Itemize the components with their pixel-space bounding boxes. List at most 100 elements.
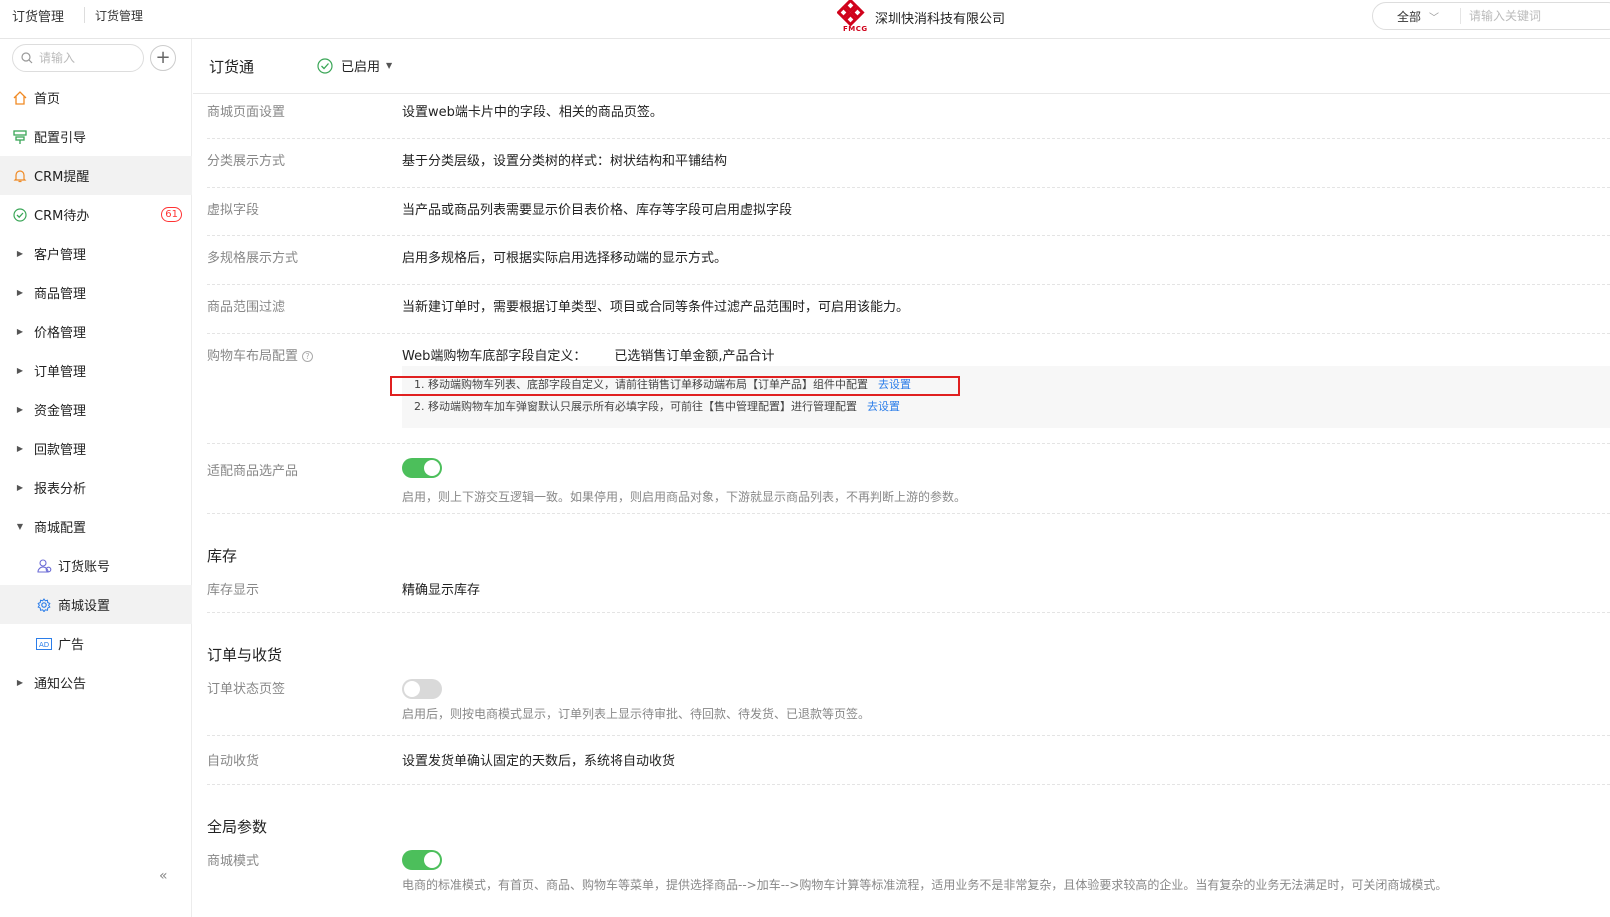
setting-label: 库存显示 xyxy=(207,583,260,598)
section-title-order: 订单与收货 xyxy=(207,646,283,664)
caret-right-icon: ▶ xyxy=(16,405,24,414)
brand: FMCG 深圳快消科技有限公司 xyxy=(837,0,1005,36)
global-search-input[interactable] xyxy=(1469,9,1589,23)
setting-row-stock-display[interactable]: 库存显示 精确显示库存 xyxy=(207,571,1610,613)
toggle-knob xyxy=(404,681,420,697)
go-settings-link[interactable]: 去设置 xyxy=(867,400,900,413)
sidebar-item-announcements[interactable]: ▶ 通知公告 xyxy=(0,663,192,702)
setting-label: 商城模式 xyxy=(207,854,260,869)
setting-row-mall-page[interactable]: 商城页面设置 设置web端卡片中的字段、相关的商品页签。 xyxy=(207,95,1610,139)
setting-label: 订单状态页签 xyxy=(207,682,286,697)
setting-label: 自动收货 xyxy=(207,754,260,769)
toggle-knob xyxy=(424,460,440,476)
caret-right-icon: ▶ xyxy=(16,249,24,258)
caret-right-icon: ▶ xyxy=(16,444,24,453)
mall-mode-toggle[interactable] xyxy=(402,850,442,870)
setting-value: 精确显示库存 xyxy=(402,583,481,598)
search-scope-select[interactable]: 全部 ﹀ xyxy=(1373,8,1461,24)
sidebar-item-label: 价格管理 xyxy=(34,326,87,341)
caret-right-icon: ▶ xyxy=(16,288,24,297)
chevron-down-icon: ﹀ xyxy=(1429,12,1440,24)
sidebar-search-input[interactable] xyxy=(39,51,139,65)
sidebar-item-mall-settings[interactable]: 商城设置 xyxy=(0,585,192,624)
guide-icon xyxy=(12,129,28,145)
sidebar-item-order-accounts[interactable]: 订货账号 xyxy=(0,546,192,585)
setting-label: 商品范围过滤 xyxy=(207,300,286,315)
sidebar-search xyxy=(12,44,144,72)
setting-description: 启用后，则按电商模式显示，订单列表上显示待审批、待回款、待发货、已退款等页签。 xyxy=(402,707,871,721)
setting-value: 设置发货单确认固定的天数后，系统将自动收货 xyxy=(402,754,676,769)
adapt-product-toggle[interactable] xyxy=(402,458,442,478)
section-title-stock: 库存 xyxy=(207,547,238,565)
setting-value: 基于分类层级，设置分类树的样式：树状结构和平铺结构 xyxy=(402,154,728,169)
status-dropdown[interactable]: 已启用 ▼ xyxy=(317,56,392,75)
breadcrumb: 订货管理 订货管理 xyxy=(12,0,143,30)
company-name: 深圳快消科技有限公司 xyxy=(875,12,1006,27)
sidebar-item-guide[interactable]: 配置引导 xyxy=(0,117,192,156)
setting-row-range-filter[interactable]: 商品范围过滤 当新建订单时，需要根据订单类型、项目或合同等条件过滤产品范围时，可… xyxy=(207,285,1610,334)
setting-value: 设置web端卡片中的字段、相关的商品页签。 xyxy=(402,105,663,120)
sidebar-item-label: 订货账号 xyxy=(58,560,111,575)
gear-icon xyxy=(36,597,52,613)
sidebar-item-ads[interactable]: AD 广告 xyxy=(0,624,192,663)
breadcrumb-app[interactable]: 订货管理 xyxy=(12,6,64,25)
sidebar-item-home[interactable]: 首页 xyxy=(0,78,192,117)
setting-row-order-tabs: 订单状态页签 启用后，则按电商模式显示，订单列表上显示待审批、待回款、待发货、已… xyxy=(207,670,1610,736)
bell-icon xyxy=(12,168,28,184)
sidebar-item-label: 通知公告 xyxy=(34,677,87,692)
logo-text: FMCG xyxy=(843,25,868,33)
sidebar-item-label: 商品管理 xyxy=(34,287,87,302)
caret-right-icon: ▶ xyxy=(16,366,24,375)
check-circle-icon xyxy=(317,57,333,74)
cart-field-value: 已选销售订单金额,产品合计 xyxy=(614,349,775,364)
setting-row-virtual-field[interactable]: 虚拟字段 当产品或商品列表需要显示价目表价格、库存等字段可启用虚拟字段 xyxy=(207,188,1610,236)
global-search: 全部 ﹀ xyxy=(1372,2,1610,30)
double-chevron-left-icon: « xyxy=(159,868,168,884)
status-value: 已启用 xyxy=(341,60,381,75)
breadcrumb-current[interactable]: 订货管理 xyxy=(95,7,143,24)
todo-count-badge: 61 xyxy=(161,207,182,222)
setting-row-auto-receive[interactable]: 自动收货 设置发货单确认固定的天数后，系统将自动收货 xyxy=(207,736,1610,785)
setting-row-category[interactable]: 分类展示方式 基于分类层级，设置分类树的样式：树状结构和平铺结构 xyxy=(207,139,1610,188)
sidebar-item-label: 广告 xyxy=(58,638,85,653)
sidebar-item-label: 报表分析 xyxy=(34,482,87,497)
page-title: 订货通 xyxy=(209,58,255,76)
sidebar-item-funds[interactable]: ▶ 资金管理 xyxy=(0,390,192,429)
sidebar-item-orders[interactable]: ▶ 订单管理 xyxy=(0,351,192,390)
sidebar-item-crm-todo[interactable]: CRM待办 61 xyxy=(0,195,192,234)
setting-value: 当产品或商品列表需要显示价目表价格、库存等字段可启用虚拟字段 xyxy=(402,203,793,218)
sidebar-item-label: 客户管理 xyxy=(34,248,87,263)
search-icon xyxy=(21,52,33,64)
sidebar-item-mall-config[interactable]: ▼ 商城配置 xyxy=(0,507,192,546)
sidebar-item-customers[interactable]: ▶ 客户管理 xyxy=(0,234,192,273)
sidebar-nav: 首页 配置引导 CRM提醒 CRM待办 61 ▶ 客户管理 ▶ 商品管理 ▶ 价… xyxy=(0,78,192,702)
collapse-sidebar-button[interactable]: « xyxy=(159,868,168,884)
help-icon[interactable]: ? xyxy=(302,351,314,362)
check-circle-icon xyxy=(12,207,28,223)
content-header: 订货通 已启用 ▼ xyxy=(193,39,1610,94)
sidebar-item-label: 资金管理 xyxy=(34,404,87,419)
sidebar-item-label: CRM待办 xyxy=(34,209,90,224)
sidebar-item-label: 配置引导 xyxy=(34,131,87,146)
sidebar-item-crm-reminder[interactable]: CRM提醒 xyxy=(0,156,192,195)
sidebar-item-label: CRM提醒 xyxy=(34,170,90,185)
sidebar-item-reports[interactable]: ▶ 报表分析 xyxy=(0,468,192,507)
sidebar-item-label: 首页 xyxy=(34,92,61,107)
setting-description: 电商的标准模式，有首页、商品、购物车等菜单，提供选择商品-->加车-->购物车计… xyxy=(402,878,1448,892)
setting-description: 启用，则上下游交互逻辑一致。如果停用，则启用商品对象，下游就显示商品列表，不再判… xyxy=(402,490,967,504)
ad-icon: AD xyxy=(36,636,52,652)
sidebar-item-payments[interactable]: ▶ 回款管理 xyxy=(0,429,192,468)
add-button[interactable]: + xyxy=(150,45,176,71)
users-icon xyxy=(36,558,52,574)
setting-value: Web端购物车底部字段自定义： 已选销售订单金额,产品合计 xyxy=(402,345,774,364)
sidebar: + 首页 配置引导 CRM提醒 CRM待办 61 ▶ 客户管理 ▶ 商品管理 ▶ xyxy=(0,39,192,917)
setting-row-adapt-product: 适配商品选产品 启用，则上下游交互逻辑一致。如果停用，则启用商品对象，下游就显示… xyxy=(207,444,1610,514)
highlight-box xyxy=(390,376,960,396)
sidebar-item-products[interactable]: ▶ 商品管理 xyxy=(0,273,192,312)
setting-row-multispec[interactable]: 多规格展示方式 启用多规格后，可根据实际启用选择移动端的显示方式。 xyxy=(207,236,1610,285)
sidebar-item-label: 订单管理 xyxy=(34,365,87,380)
order-tabs-toggle[interactable] xyxy=(402,679,442,699)
tip-line-2: 2. 移动端购物车加车弹窗默认只展示所有必填字段，可前往【售中管理配置】进行管理… xyxy=(414,398,900,414)
sidebar-item-prices[interactable]: ▶ 价格管理 xyxy=(0,312,192,351)
setting-label: 分类展示方式 xyxy=(207,154,286,169)
